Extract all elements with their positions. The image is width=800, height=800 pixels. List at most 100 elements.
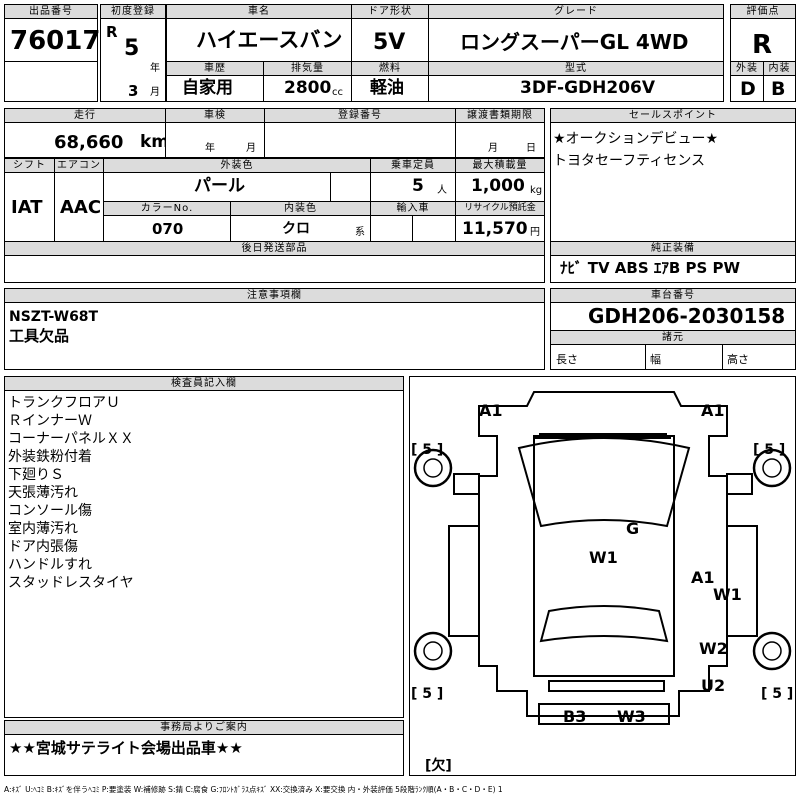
lot-blank: [4, 61, 98, 102]
first-reg-label: 初度登録: [100, 4, 166, 19]
note-10: ハンドルすれ: [8, 557, 92, 573]
interior-grade: B: [771, 78, 786, 100]
fuel: 軽油: [370, 78, 404, 98]
fuel-label: 燃料: [351, 61, 429, 76]
mark-w3: W3: [617, 707, 646, 726]
door: 5V: [373, 30, 406, 55]
rear-bumper: [548, 680, 665, 692]
load-unit: kg: [530, 185, 543, 196]
int-color: クロ: [282, 221, 310, 237]
color-no-label: カラーNo.: [103, 201, 231, 216]
score-label: 評価点: [730, 4, 796, 19]
hub-front-right: [762, 458, 782, 478]
hub-front-left: [423, 458, 443, 478]
spare-tire: [欠]: [425, 757, 452, 774]
width-label: 幅: [650, 353, 661, 366]
later-parts-box: [4, 255, 545, 283]
rear-step: [538, 703, 670, 725]
int-color-label: 内装色: [230, 201, 371, 216]
year-unit: 年: [150, 63, 160, 74]
note-11: スタッドレスタイヤ: [8, 575, 134, 591]
height-label: 高さ: [727, 353, 749, 366]
import-label: 輸入車: [370, 201, 456, 216]
import-divider: [412, 215, 413, 242]
car-diagram: A1 A1 G W1 A1 W1 W2 U2 B3 W3 [ 5 ] [ 5 ]…: [411, 391, 793, 774]
mark-a1-side: A1: [691, 568, 715, 587]
note-2: ＲインナーＷ: [8, 413, 92, 429]
spec-label: 諸元: [550, 330, 796, 345]
equip-label: 純正装備: [550, 241, 796, 256]
later-parts-label: 後日発送部品: [4, 241, 545, 256]
reg-year: 5: [124, 36, 140, 61]
model: ハイエースバン: [196, 28, 343, 52]
office-label: 事務局よりご案内: [4, 720, 404, 735]
length-label: 長さ: [556, 353, 578, 366]
grade: ロングスーパーGL 4WD: [460, 30, 689, 54]
displacement: 2800: [284, 78, 332, 98]
exterior-grade: D: [740, 78, 756, 100]
right-mirror: [726, 473, 753, 495]
transfer-day: 日: [526, 143, 536, 154]
tire-br: [ 5 ]: [761, 686, 793, 702]
displacement-label: 排気量: [263, 61, 352, 76]
reg-no-label: 登録番号: [264, 108, 456, 123]
recycle-label: リサイクル預託金: [455, 201, 545, 216]
tire-tl: [ 5 ]: [411, 442, 443, 458]
month-unit: 月: [150, 87, 160, 98]
sales-point-2: トヨタセーフティセンス: [553, 153, 706, 169]
reg-month: 3: [128, 82, 139, 100]
right-door: [726, 525, 758, 637]
windshield: [517, 437, 691, 528]
history-label: 車歴: [166, 61, 264, 76]
transfer-month: 月: [488, 143, 498, 154]
note-5: 下廻りＳ: [8, 467, 64, 483]
caution-line-1: NSZT-W68T: [9, 309, 99, 325]
inspection-label: 車検: [165, 108, 265, 123]
note-8: 室内薄汚れ: [8, 521, 78, 537]
inspector-label: 検査員記入欄: [4, 376, 404, 391]
rear-window: [539, 605, 669, 643]
mark-u2: U2: [701, 676, 725, 695]
type: 3DF-GDH206V: [520, 78, 656, 98]
int-color-unit: 系: [355, 227, 365, 238]
note-6: 天張薄汚れ: [8, 485, 78, 501]
hub-rear-right: [762, 641, 782, 661]
recycle: 11,570: [462, 219, 528, 239]
mark-w1-center: W1: [589, 548, 618, 567]
sales-point-1: ★オークションデビュー★: [553, 131, 719, 147]
color-divider: [330, 172, 331, 202]
ac: AAC: [60, 197, 102, 218]
lot-number: 76017: [10, 26, 101, 56]
capacity-unit: 人: [437, 185, 447, 196]
inspection-year-unit: 年: [205, 143, 215, 154]
score: R: [752, 30, 773, 60]
era: R: [106, 23, 118, 41]
sales-label: セールスポイント: [550, 108, 796, 123]
note-1: トランクフロアＵ: [8, 395, 120, 411]
history: 自家用: [182, 78, 233, 98]
tire-tr: [ 5 ]: [753, 442, 785, 458]
mark-w2: W2: [699, 639, 728, 658]
ac-label: エアコン: [54, 158, 104, 173]
load-label: 最大積載量: [455, 158, 545, 173]
door-label: ドア形状: [351, 4, 429, 19]
import-box: [370, 215, 456, 242]
left-door: [448, 525, 480, 637]
capacity: 5: [412, 176, 424, 196]
note-9: ドア内張傷: [8, 539, 78, 555]
chassis-label: 車台番号: [550, 288, 796, 303]
caution-label: 注意事項欄: [4, 288, 545, 303]
inspection-month-unit: 月: [246, 143, 256, 154]
capacity-label: 乗車定員: [370, 158, 456, 173]
color-no: 070: [152, 220, 184, 238]
color-label: 外装色: [103, 158, 371, 173]
shift: IAT: [11, 197, 43, 218]
mileage: 68,660: [54, 132, 124, 153]
grade-label: グレード: [428, 4, 724, 19]
cc-unit: cc: [332, 87, 343, 98]
recycle-unit: 円: [530, 227, 540, 238]
mark-a1-left: A1: [479, 401, 503, 420]
type-label: 型式: [428, 61, 724, 76]
model-label: 車名: [166, 4, 352, 19]
note-7: コンソール傷: [8, 503, 92, 519]
